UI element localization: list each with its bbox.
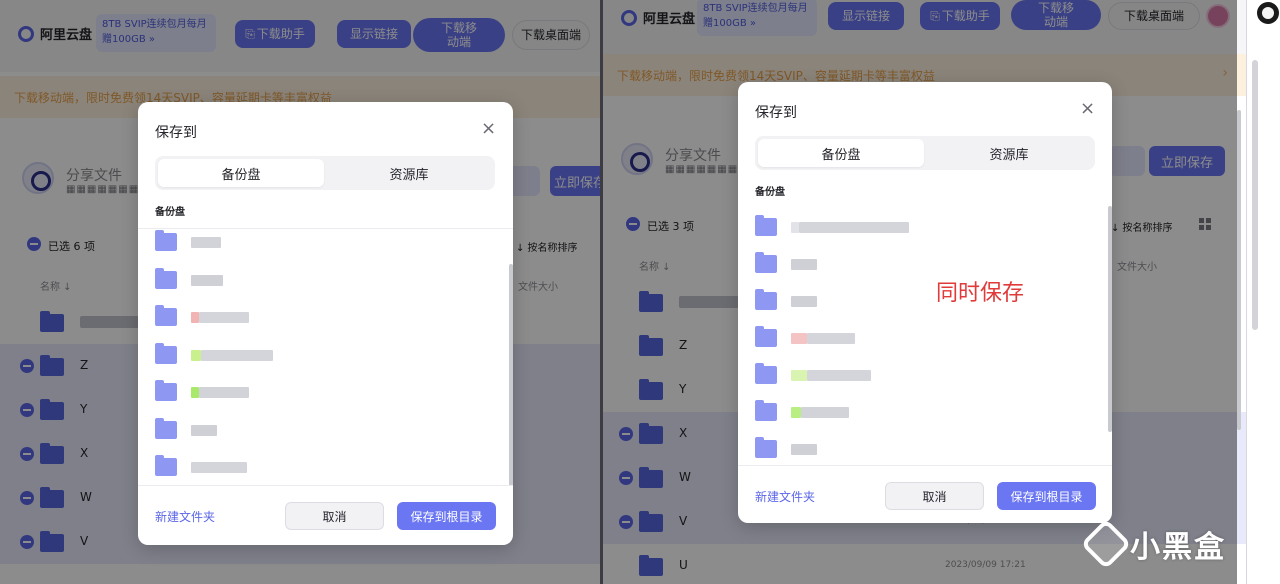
folder-tree-item[interactable]: [755, 252, 1095, 277]
redacted-name: [191, 424, 217, 436]
redacted-name: [791, 222, 799, 233]
dialog-scrollbar[interactable]: [509, 264, 513, 486]
folder-icon: [755, 289, 777, 310]
redacted-name: [791, 407, 801, 418]
redacted-name: [791, 296, 817, 307]
folder-icon: [755, 252, 777, 273]
redacted-name: [807, 333, 855, 344]
left-browser-pane: 阿里云盘 8TB SVIP连续包月每月赠100GB » ⎘ 下载助手 显示链接 下…: [0, 0, 600, 584]
tab-resource-library[interactable]: 资源库: [326, 159, 492, 187]
folder-icon: [155, 417, 177, 439]
page-scrollbar[interactable]: [1237, 110, 1241, 430]
folder-icon: [155, 305, 177, 326]
folder-tree-item[interactable]: [755, 289, 1095, 314]
redacted-name: [191, 349, 201, 361]
folder-tree-item[interactable]: [755, 437, 1095, 462]
tab-resource-library[interactable]: 资源库: [926, 139, 1092, 167]
dialog-title: 保存到: [155, 125, 197, 141]
browser-edge: [1246, 0, 1280, 584]
new-folder-link[interactable]: 新建文件夹: [755, 488, 815, 505]
redacted-name: [191, 274, 223, 286]
section-label: 备份盘: [755, 187, 785, 198]
folder-tree-item[interactable]: [755, 363, 1095, 388]
dialog-tabs: 备份盘 资源库: [755, 136, 1095, 170]
save-to-root-button[interactable]: 保存到根目录: [997, 482, 1096, 510]
footer-divider: [138, 485, 513, 486]
redacted-name: [791, 370, 807, 381]
folder-tree-item[interactable]: [755, 215, 1095, 240]
folder-tree-item[interactable]: [155, 417, 495, 443]
folder-icon: [755, 400, 777, 421]
dialog-scrollbar[interactable]: [1108, 206, 1112, 432]
folder-tree-item[interactable]: [155, 342, 495, 368]
close-icon[interactable]: ×: [481, 118, 496, 139]
save-to-dialog: 保存到 × 备份盘 资源库 备份盘 同时保存 新建文件夹 取消 保存到根目录: [738, 82, 1112, 523]
folder-icon: [155, 455, 177, 476]
folder-tree-item[interactable]: [155, 305, 495, 330]
redacted-name: [191, 387, 199, 398]
folder-icon: [755, 215, 777, 236]
redacted-name: [191, 462, 247, 473]
folder-tree-item[interactable]: [755, 326, 1095, 351]
folder-icon: [155, 380, 177, 401]
right-browser-pane: 阿里云盘 8TB SVIP连续包月每月赠100GB » 显示链接 ⎘ 下载助手 下…: [603, 0, 1246, 584]
annotation-text: 同时保存: [936, 281, 1025, 306]
folder-icon: [755, 437, 777, 458]
redacted-name: [191, 312, 199, 323]
github-icon[interactable]: [1257, 2, 1279, 24]
watermark-logo-icon: [1080, 518, 1132, 570]
section-label: 备份盘: [155, 207, 185, 218]
folder-icon: [155, 342, 177, 364]
folder-tree-item[interactable]: [155, 455, 495, 480]
redacted-name: [791, 444, 817, 455]
redacted-name: [201, 349, 273, 361]
save-to-dialog: 保存到 × 备份盘 资源库 备份盘 新建文件夹 取消 保存到根目录: [138, 102, 513, 545]
footer-divider: [738, 465, 1112, 466]
folder-tree-item[interactable]: [155, 267, 495, 293]
redacted-name: [199, 387, 249, 398]
folder-icon: [755, 363, 777, 384]
close-icon[interactable]: ×: [1080, 98, 1095, 119]
dialog-tabs: 备份盘 资源库: [155, 156, 495, 190]
redacted-name: [791, 333, 807, 344]
tab-backup-disk[interactable]: 备份盘: [758, 139, 924, 167]
folder-tree-item[interactable]: [155, 230, 495, 255]
divider: [138, 228, 513, 229]
folder-icon: [155, 230, 177, 251]
cancel-button[interactable]: 取消: [285, 502, 384, 530]
redacted-name: [791, 259, 817, 270]
watermark-text: 小黑盒: [1130, 530, 1226, 565]
redacted-name: [807, 370, 871, 381]
redacted-name: [801, 407, 849, 418]
save-to-root-button[interactable]: 保存到根目录: [397, 502, 496, 530]
redacted-name: [799, 222, 909, 233]
folder-icon: [155, 267, 177, 289]
browser-scrollbar[interactable]: [1252, 60, 1258, 330]
dialog-title: 保存到: [755, 105, 797, 121]
tab-backup-disk[interactable]: 备份盘: [158, 159, 324, 187]
redacted-name: [199, 312, 249, 323]
redacted-name: [191, 237, 221, 248]
cancel-button[interactable]: 取消: [885, 482, 984, 510]
watermark: 小黑盒: [1080, 518, 1226, 570]
folder-tree-item[interactable]: [755, 400, 1095, 425]
folder-tree-item[interactable]: [155, 380, 495, 405]
folder-icon: [755, 326, 777, 347]
new-folder-link[interactable]: 新建文件夹: [155, 508, 215, 525]
